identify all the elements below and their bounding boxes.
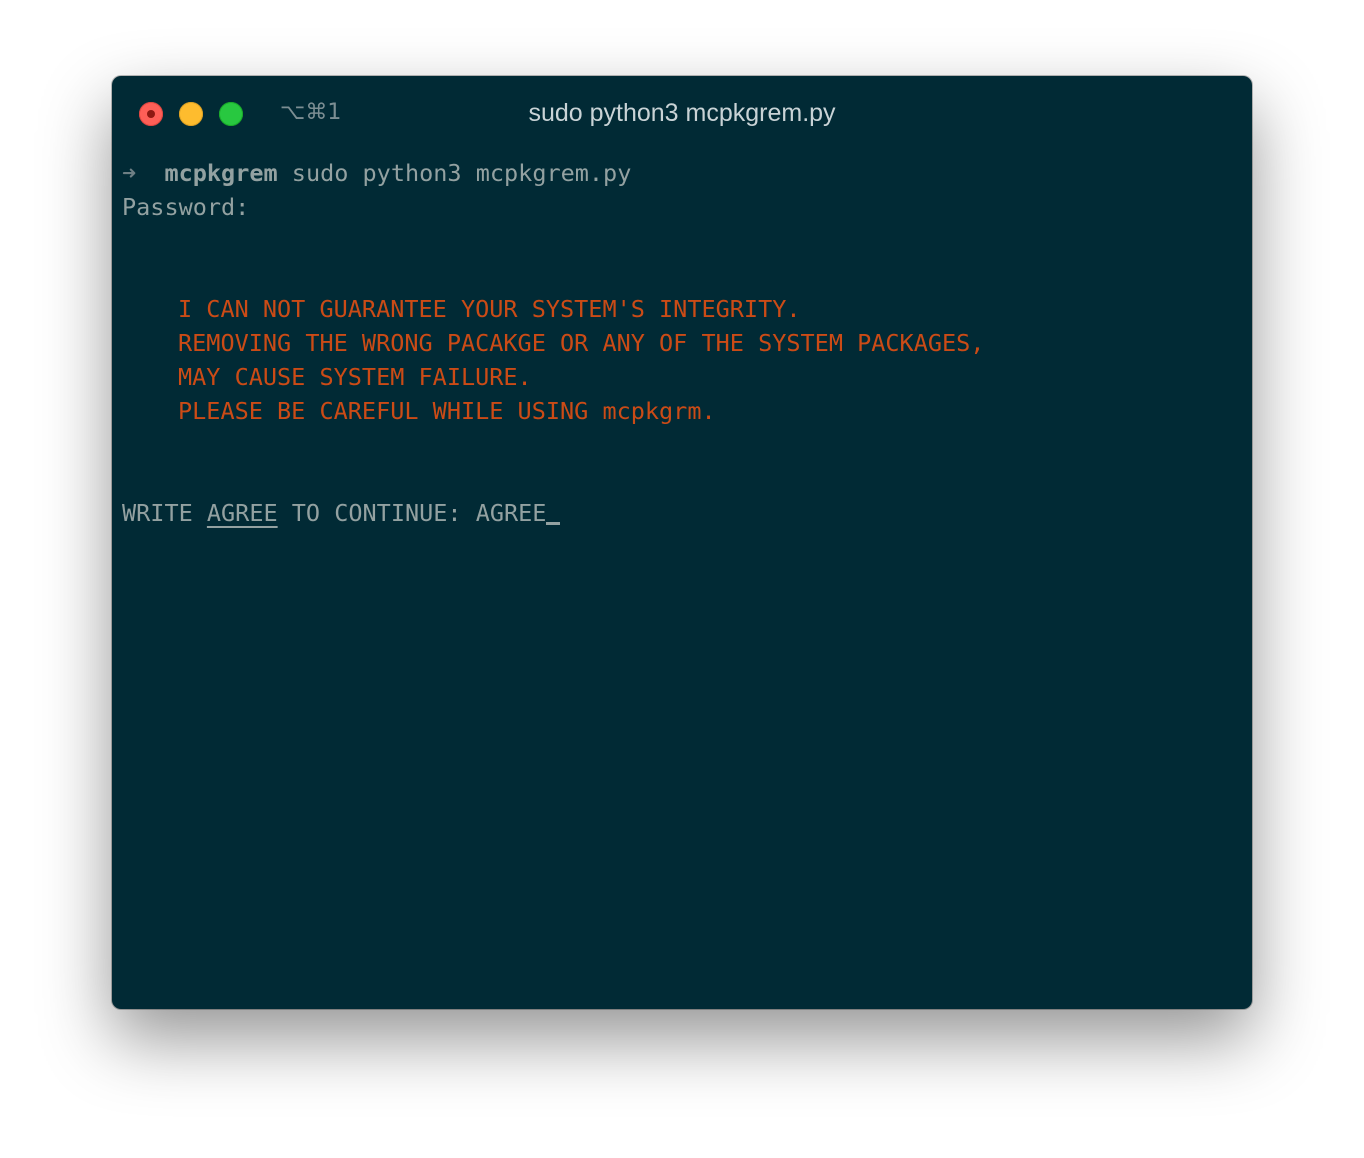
- title-bar[interactable]: ⌥⌘1 sudo python3 mcpkgrem.py: [112, 76, 1252, 152]
- terminal-window: ⌥⌘1 sudo python3 mcpkgrem.py ➜ mcpkgrem …: [112, 76, 1252, 1009]
- warning-line: PLEASE BE CAREFUL WHILE USING mcpkgrm.: [178, 397, 716, 425]
- confirm-input-value[interactable]: AGREE: [476, 499, 547, 527]
- confirm-keyword: AGREE: [206, 499, 278, 527]
- warning-line: REMOVING THE WRONG PACAKGE OR ANY OF THE…: [178, 329, 985, 357]
- command-text: sudo python3 mcpkgrem.py: [291, 159, 632, 187]
- password-prompt: Password:: [122, 193, 250, 221]
- warning-line: MAY CAUSE SYSTEM FAILURE.: [178, 363, 532, 391]
- current-directory: mcpkgrem: [164, 159, 278, 187]
- confirm-prompt-line: WRITE AGREE TO CONTINUE: AGREE: [122, 496, 1242, 530]
- window-title: sudo python3 mcpkgrem.py: [528, 99, 836, 127]
- prompt-line: ➜ mcpkgrem sudo python3 mcpkgrem.py: [122, 156, 1242, 190]
- text-cursor: [546, 522, 561, 525]
- prompt-arrow-icon: ➜: [122, 159, 137, 187]
- confirm-prefix: WRITE: [122, 499, 207, 527]
- confirm-suffix: TO CONTINUE:: [277, 499, 476, 527]
- warning-line: I CAN NOT GUARANTEE YOUR SYSTEM'S INTEGR…: [178, 295, 801, 323]
- terminal-output[interactable]: ➜ mcpkgrem sudo python3 mcpkgrem.py Pass…: [122, 156, 1242, 530]
